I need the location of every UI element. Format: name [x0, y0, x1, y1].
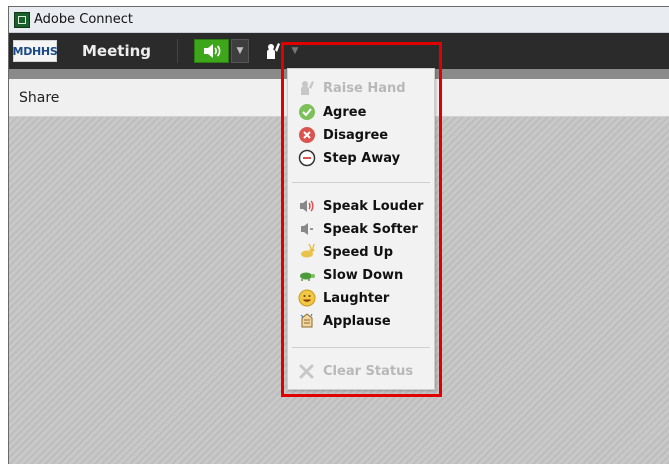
audio-dropdown-button[interactable]: ▼ — [231, 39, 250, 63]
adobe-connect-icon — [14, 11, 30, 28]
toolbar-divider — [177, 39, 179, 63]
meeting-menu[interactable]: Meeting — [82, 42, 151, 60]
audio-button[interactable] — [194, 39, 230, 63]
speaker-icon — [203, 44, 220, 58]
logo-text: MDHHS — [12, 44, 58, 58]
title-bar: Adobe Connect — [9, 7, 669, 33]
mdhhs-logo: MDHHS — [12, 40, 58, 62]
chevron-down-icon: ▼ — [236, 46, 244, 56]
window-title: Adobe Connect — [34, 12, 134, 27]
red-highlight-box — [281, 42, 442, 397]
share-pod-title: Share — [19, 89, 60, 106]
